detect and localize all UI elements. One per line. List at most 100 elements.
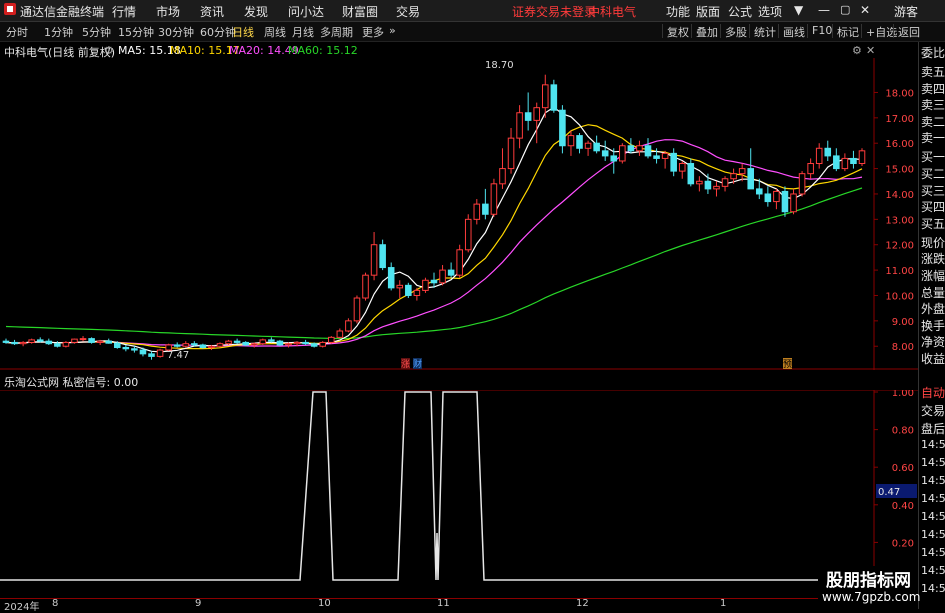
period-30min[interactable]: 30分钟: [158, 24, 194, 40]
candle-body: [413, 289, 421, 296]
menu-gongshi[interactable]: 公式: [728, 3, 752, 20]
x-label-aug: 8: [52, 598, 59, 609]
menu-zixun[interactable]: 资讯: [200, 3, 224, 20]
menu-xuanxiang[interactable]: 选项: [758, 3, 782, 20]
candle-body: [696, 180, 703, 185]
side-field-0: 委比: [921, 46, 945, 60]
candle-body: [798, 173, 806, 195]
zhang-tag[interactable]: 涨: [401, 359, 410, 370]
candle-body: [738, 168, 746, 175]
candle-body: [327, 336, 335, 343]
side-field-2: 卖四: [921, 81, 945, 96]
candle-body: [302, 341, 309, 345]
candle-body: [319, 341, 327, 347]
candle-body: [524, 112, 532, 121]
candle-body: [405, 284, 412, 296]
y-tick-label: 9.00: [892, 317, 914, 328]
btn-biaoji[interactable]: 标记: [832, 24, 863, 39]
period-multi[interactable]: 多周期: [320, 24, 353, 40]
close-icon[interactable]: ✕: [860, 3, 870, 17]
period-monthly[interactable]: 月线: [292, 24, 314, 40]
candle-body: [464, 218, 472, 251]
btn-fuquan[interactable]: 复权: [662, 24, 693, 39]
btn-diejia[interactable]: 叠加: [691, 24, 722, 39]
candle-body: [687, 163, 695, 185]
candle-body: [422, 279, 429, 291]
candle-body: [430, 279, 438, 284]
btn-fanhui[interactable]: 返回: [893, 24, 924, 39]
candle-body: [293, 341, 301, 345]
side-lower-label[interactable]: 交易: [921, 402, 945, 419]
side-field-12: 涨跌: [921, 252, 945, 267]
menu-faxian[interactable]: 发现: [244, 3, 268, 20]
y-tick-label: 17.00: [885, 114, 914, 125]
side-field-6: 买一: [921, 150, 945, 165]
menu-banmian[interactable]: 版面: [696, 3, 720, 20]
period-60min[interactable]: 60分钟: [200, 24, 236, 40]
maximize-icon[interactable]: ▢: [840, 3, 850, 16]
candle-body: [781, 190, 789, 213]
candle-body: [824, 147, 832, 157]
side-field-1: 卖五: [921, 65, 945, 79]
menu-gongneng[interactable]: 功能: [666, 3, 690, 20]
guest-label[interactable]: 游客: [894, 3, 918, 20]
candle-body: [285, 343, 292, 346]
trade-time: 14:56: [921, 528, 945, 541]
dropdown-icon[interactable]: ▼: [794, 3, 803, 17]
period-fenshi[interactable]: 分时: [6, 24, 28, 40]
candle-body: [11, 341, 18, 345]
yu-tag[interactable]: 预: [783, 359, 792, 370]
more-chevron-icon[interactable]: »: [389, 24, 396, 37]
period-1min[interactable]: 1分钟: [44, 24, 73, 40]
ma60-label: MA60: 15.12: [288, 44, 358, 57]
btn-tongji[interactable]: 统计: [749, 24, 780, 39]
chart-close-icon[interactable]: ✕: [866, 44, 875, 57]
candle-body: [755, 188, 763, 195]
menu-wenxiaoda[interactable]: 问小达: [288, 3, 324, 20]
candlestick-chart[interactable]: 18.00 17.00 16.00 15.00 14.00 13.00 12.00 11.00…: [0, 58, 918, 370]
sub-tick-label: 1.00: [892, 390, 914, 399]
menu-shichang[interactable]: 市场: [156, 3, 180, 20]
cai-tag[interactable]: 财: [413, 358, 422, 370]
side-field-11: 现价: [921, 235, 945, 250]
btn-huaxian[interactable]: 画线: [778, 24, 809, 39]
side-lower-label[interactable]: 盘后: [921, 420, 945, 437]
auto-label[interactable]: 自动: [921, 384, 945, 401]
chart-settings-icon[interactable]: ⚙: [852, 44, 862, 57]
btn-duogu[interactable]: 多股: [720, 24, 751, 39]
x-label-sep: 9: [195, 598, 202, 609]
menu-hangqing[interactable]: 行情: [112, 3, 136, 20]
candle-body: [62, 341, 70, 347]
candle-body: [96, 340, 104, 343]
candle-body: [191, 343, 198, 346]
watermark-url: www.7gpzb.com: [822, 590, 921, 604]
trade-time: 14:56: [921, 510, 945, 523]
minimize-icon[interactable]: —: [818, 3, 830, 17]
candle-body: [396, 284, 404, 289]
side-field-7: 买二: [921, 167, 945, 181]
menu-caifuquan[interactable]: 财富圈: [342, 3, 378, 20]
period-daily[interactable]: 日线: [232, 24, 254, 40]
candle-body: [79, 338, 87, 341]
login-warning[interactable]: 证券交易未登录: [512, 3, 596, 20]
sub-tick-label: 0.40: [892, 501, 914, 512]
period-15min[interactable]: 15分钟: [118, 24, 154, 40]
period-more[interactable]: 更多: [362, 24, 384, 40]
period-5min[interactable]: 5分钟: [82, 24, 111, 40]
settings-icon[interactable]: ⚙: [104, 44, 114, 57]
trade-time: 14:56: [921, 438, 945, 451]
signal-indicator-chart[interactable]: 1.00 0.80 0.60 0.40 0.20 0.47: [0, 390, 918, 598]
candle-body: [473, 203, 481, 220]
sub-tick-label: 0.20: [892, 538, 914, 549]
candle-body: [790, 193, 797, 213]
y-tick-label: 11.00: [885, 266, 914, 277]
ma10-line: [5, 124, 863, 350]
menu-jiaoyi[interactable]: 交易: [396, 3, 420, 20]
candle-body: [833, 155, 840, 170]
candle-body: [713, 185, 720, 190]
candle-body: [507, 137, 515, 170]
period-weekly[interactable]: 周线: [264, 24, 286, 40]
candle-body: [259, 339, 267, 345]
candle-body: [653, 155, 660, 159]
quote-side-panel: 委比 卖五 卖四 卖三 卖二 卖一 买一 买二 买三 买四 买五 现价 涨跌 涨幅 总量 外盘 换手 净资 收益 自动…: [918, 42, 945, 609]
